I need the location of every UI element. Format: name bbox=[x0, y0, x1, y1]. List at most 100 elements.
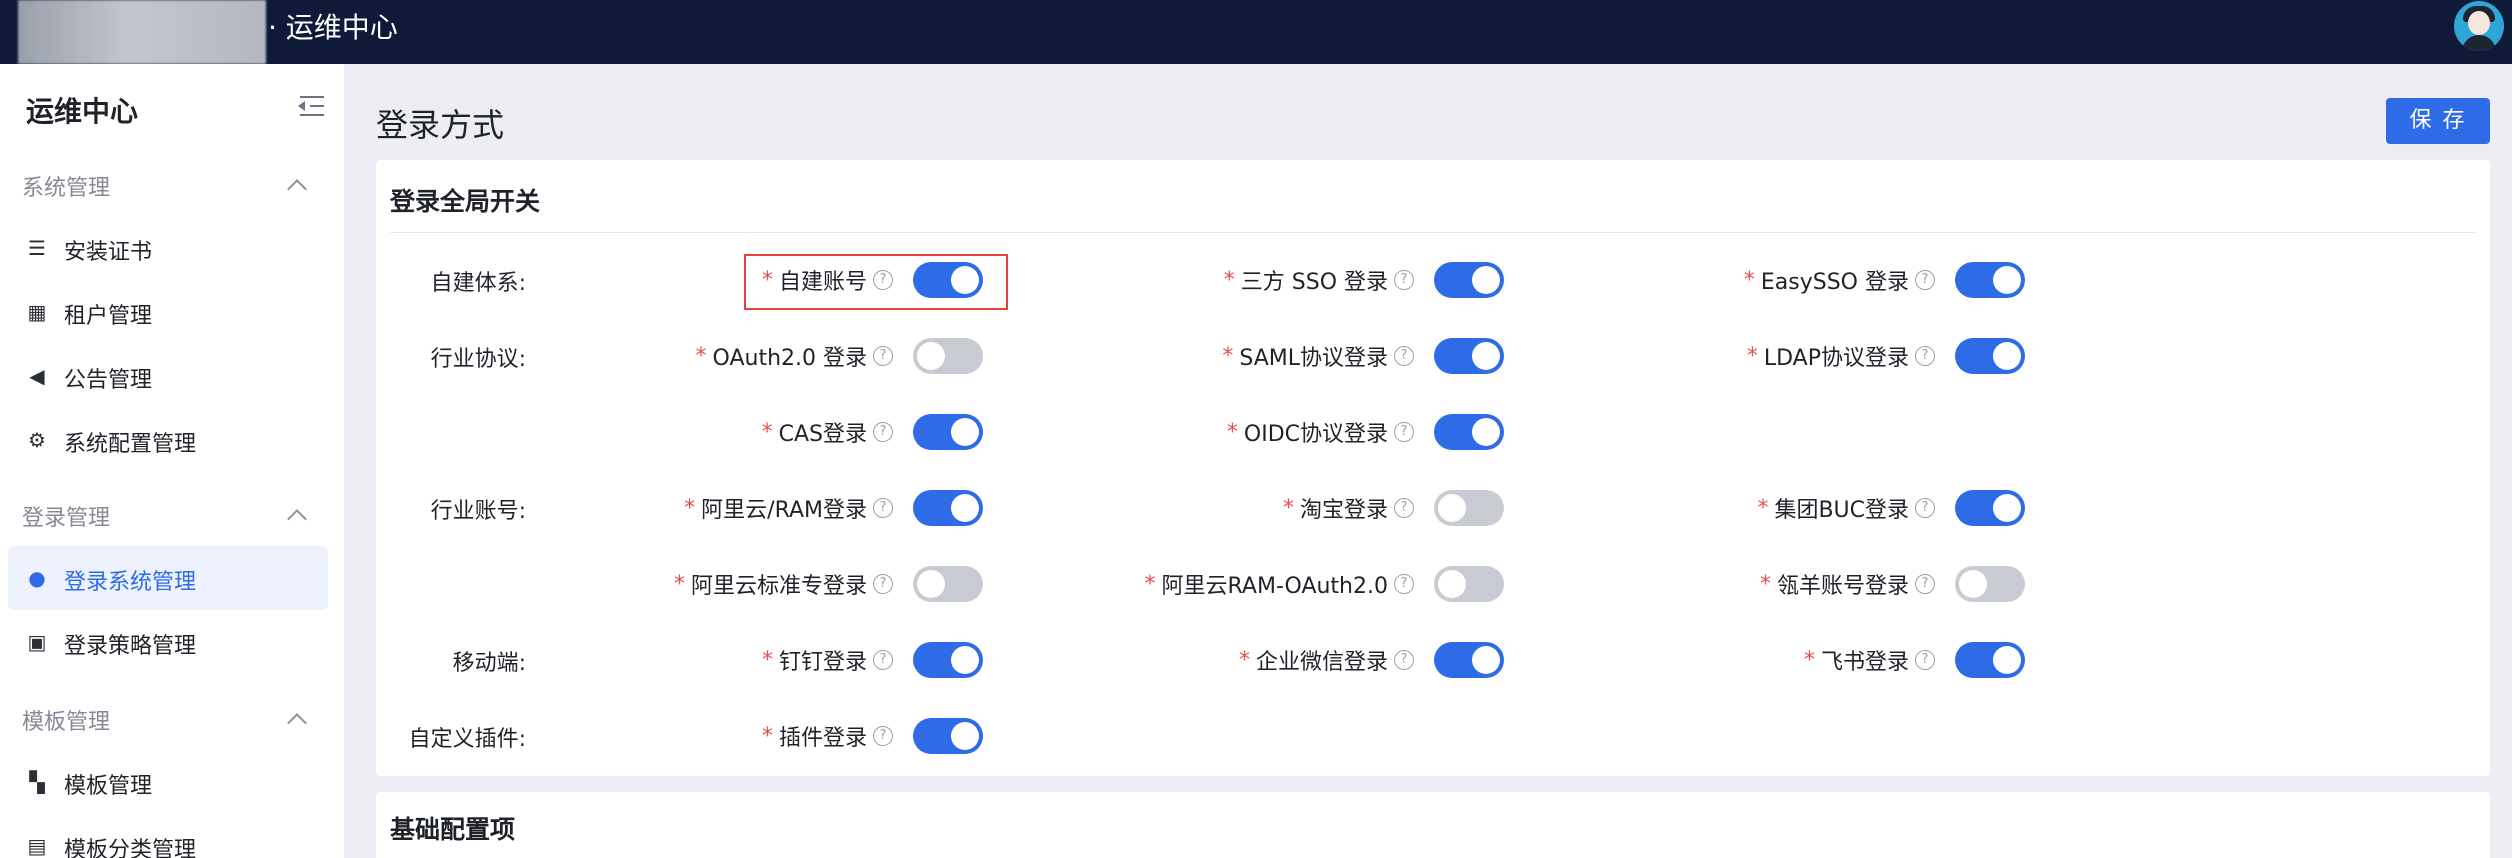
option-ldap: * LDAP协议登录? bbox=[1747, 336, 2025, 376]
row-label-custom-plugin: 自定义插件: bbox=[408, 727, 526, 752]
option-label: 阿里云RAM-OAuth2.0 bbox=[1161, 574, 1388, 599]
user-gear-icon: ● bbox=[28, 566, 46, 590]
sidebar-item-label: 登录策略管理 bbox=[64, 634, 197, 659]
sidebar-item-system-config[interactable]: ⚙ 系统配置管理 bbox=[8, 408, 328, 472]
help-icon[interactable]: ? bbox=[1394, 650, 1414, 670]
basic-config-card: 基础配置项 bbox=[376, 792, 2490, 858]
sidebar-item-label: 系统配置管理 bbox=[64, 432, 197, 457]
option-label: LDAP协议登录 bbox=[1763, 346, 1909, 371]
toggle-switch[interactable] bbox=[1434, 262, 1504, 298]
logo bbox=[18, 0, 266, 64]
toggle-switch[interactable] bbox=[1434, 642, 1504, 678]
toggle-switch[interactable] bbox=[1955, 262, 2025, 298]
sidebar-item-login-system[interactable]: ● 登录系统管理 bbox=[8, 546, 328, 610]
speaker-icon: ◀ bbox=[29, 364, 45, 388]
option-label: 集团BUC登录 bbox=[1774, 498, 1909, 523]
help-icon[interactable]: ? bbox=[1394, 422, 1414, 442]
grid-icon: ▚ bbox=[29, 770, 45, 794]
toggle-switch[interactable] bbox=[1434, 414, 1504, 450]
app-title: · 运维中心 bbox=[268, 11, 398, 44]
sidebar-item-template-category[interactable]: ▤ 模板分类管理 bbox=[8, 814, 328, 858]
toggle-switch[interactable] bbox=[913, 338, 983, 374]
help-icon[interactable]: ? bbox=[1915, 498, 1935, 518]
option-label: OAuth2.0 登录 bbox=[712, 346, 867, 371]
toggle-switch[interactable] bbox=[913, 490, 983, 526]
divider bbox=[390, 232, 2476, 233]
section-title: 登录全局开关 bbox=[390, 187, 541, 216]
save-button[interactable]: 保 存 bbox=[2386, 98, 2490, 144]
option-easysso: * EasySSO 登录? bbox=[1744, 260, 2025, 300]
sidebar-group-template[interactable]: 模板管理 bbox=[22, 704, 110, 736]
toggle-switch[interactable] bbox=[1955, 490, 2025, 526]
toggle-switch[interactable] bbox=[1434, 566, 1504, 602]
toggle-switch[interactable] bbox=[1955, 566, 2025, 602]
help-icon[interactable]: ? bbox=[1915, 574, 1935, 594]
help-icon[interactable]: ? bbox=[873, 346, 893, 366]
sidebar-group-system[interactable]: 系统管理 bbox=[22, 170, 110, 202]
help-icon[interactable]: ? bbox=[1915, 650, 1935, 670]
toggle-switch[interactable] bbox=[913, 718, 983, 754]
chevron-up-icon[interactable] bbox=[287, 179, 307, 199]
option-third-party-sso: * 三方 SSO 登录? bbox=[1224, 260, 1504, 300]
toggle-switch[interactable] bbox=[913, 642, 983, 678]
row-label-mobile: 移动端: bbox=[452, 651, 526, 676]
option-label: SAML协议登录 bbox=[1239, 346, 1388, 371]
sidebar-item-label: 安装证书 bbox=[64, 240, 153, 265]
help-icon[interactable]: ? bbox=[1394, 498, 1414, 518]
folder-icon: ▤ bbox=[27, 834, 47, 858]
toggle-switch[interactable] bbox=[1955, 642, 2025, 678]
option-label: 三方 SSO 登录 bbox=[1240, 270, 1388, 295]
option-plugin: * 插件登录? bbox=[762, 716, 983, 756]
help-icon[interactable]: ? bbox=[873, 422, 893, 442]
help-icon[interactable]: ? bbox=[873, 650, 893, 670]
option-group-buc: * 集团BUC登录? bbox=[1757, 488, 2025, 528]
toggle-switch[interactable] bbox=[1955, 338, 2025, 374]
option-oauth2: * OAuth2.0 登录? bbox=[696, 336, 983, 376]
help-icon[interactable]: ? bbox=[873, 726, 893, 746]
option-wecom: * 企业微信登录? bbox=[1239, 640, 1504, 680]
help-icon[interactable]: ? bbox=[873, 574, 893, 594]
sidebar-item-label: 模板管理 bbox=[64, 774, 153, 799]
help-icon[interactable]: ? bbox=[873, 498, 893, 518]
option-label: CAS登录 bbox=[778, 422, 867, 447]
sidebar-item-label: 公告管理 bbox=[64, 368, 153, 393]
building-icon: ▦ bbox=[27, 300, 47, 324]
top-bar: · 运维中心 bbox=[0, 0, 2512, 64]
option-label: 插件登录 bbox=[778, 726, 867, 751]
help-icon[interactable]: ? bbox=[1915, 346, 1935, 366]
option-label: 阿里云标准专登录 bbox=[690, 574, 867, 599]
option-aliyun-ram-oauth2: * 阿里云RAM-OAuth2.0? bbox=[1145, 564, 1504, 604]
help-icon[interactable]: ? bbox=[1394, 270, 1414, 290]
login-global-switch-card: 登录全局开关 bbox=[376, 160, 2490, 776]
collapse-menu-icon[interactable] bbox=[298, 94, 324, 118]
row-label-industry-account: 行业账号: bbox=[430, 499, 526, 524]
option-label: 瓴羊账号登录 bbox=[1776, 574, 1909, 599]
page-title: 登录方式 bbox=[376, 106, 505, 144]
option-oidc: * OIDC协议登录? bbox=[1227, 412, 1504, 452]
sidebar-item-label: 租户管理 bbox=[64, 304, 153, 329]
toggle-switch[interactable] bbox=[913, 414, 983, 450]
sidebar-item-label: 模板分类管理 bbox=[64, 838, 197, 858]
option-label: 淘宝登录 bbox=[1299, 498, 1388, 523]
sidebar-title: 运维中心 bbox=[26, 95, 139, 128]
help-icon[interactable]: ? bbox=[1394, 574, 1414, 594]
option-label: OIDC协议登录 bbox=[1243, 422, 1388, 447]
help-icon[interactable]: ? bbox=[1394, 346, 1414, 366]
option-label: 阿里云/RAM登录 bbox=[701, 498, 867, 523]
sidebar-group-login[interactable]: 登录管理 bbox=[22, 500, 110, 532]
help-icon[interactable]: ? bbox=[1915, 270, 1935, 290]
row-label-self-built: 自建体系: bbox=[430, 271, 526, 296]
option-label: 钉钉登录 bbox=[778, 650, 867, 675]
option-feishu: * 飞书登录? bbox=[1804, 640, 2025, 680]
highlight-box bbox=[744, 254, 1008, 310]
sidebar-item-label: 登录系统管理 bbox=[64, 570, 197, 595]
option-aliyun-ram: * 阿里云/RAM登录? bbox=[684, 488, 983, 528]
toggle-switch[interactable] bbox=[1434, 490, 1504, 526]
section-title: 基础配置项 bbox=[390, 815, 516, 844]
sidebar-item-template[interactable]: ▚ 模板管理 bbox=[8, 750, 328, 814]
avatar[interactable] bbox=[2454, 1, 2504, 51]
toggle-switch[interactable] bbox=[913, 566, 983, 602]
toggle-switch[interactable] bbox=[1434, 338, 1504, 374]
option-cas: * CAS登录? bbox=[762, 412, 983, 452]
option-label: 企业微信登录 bbox=[1255, 650, 1388, 675]
